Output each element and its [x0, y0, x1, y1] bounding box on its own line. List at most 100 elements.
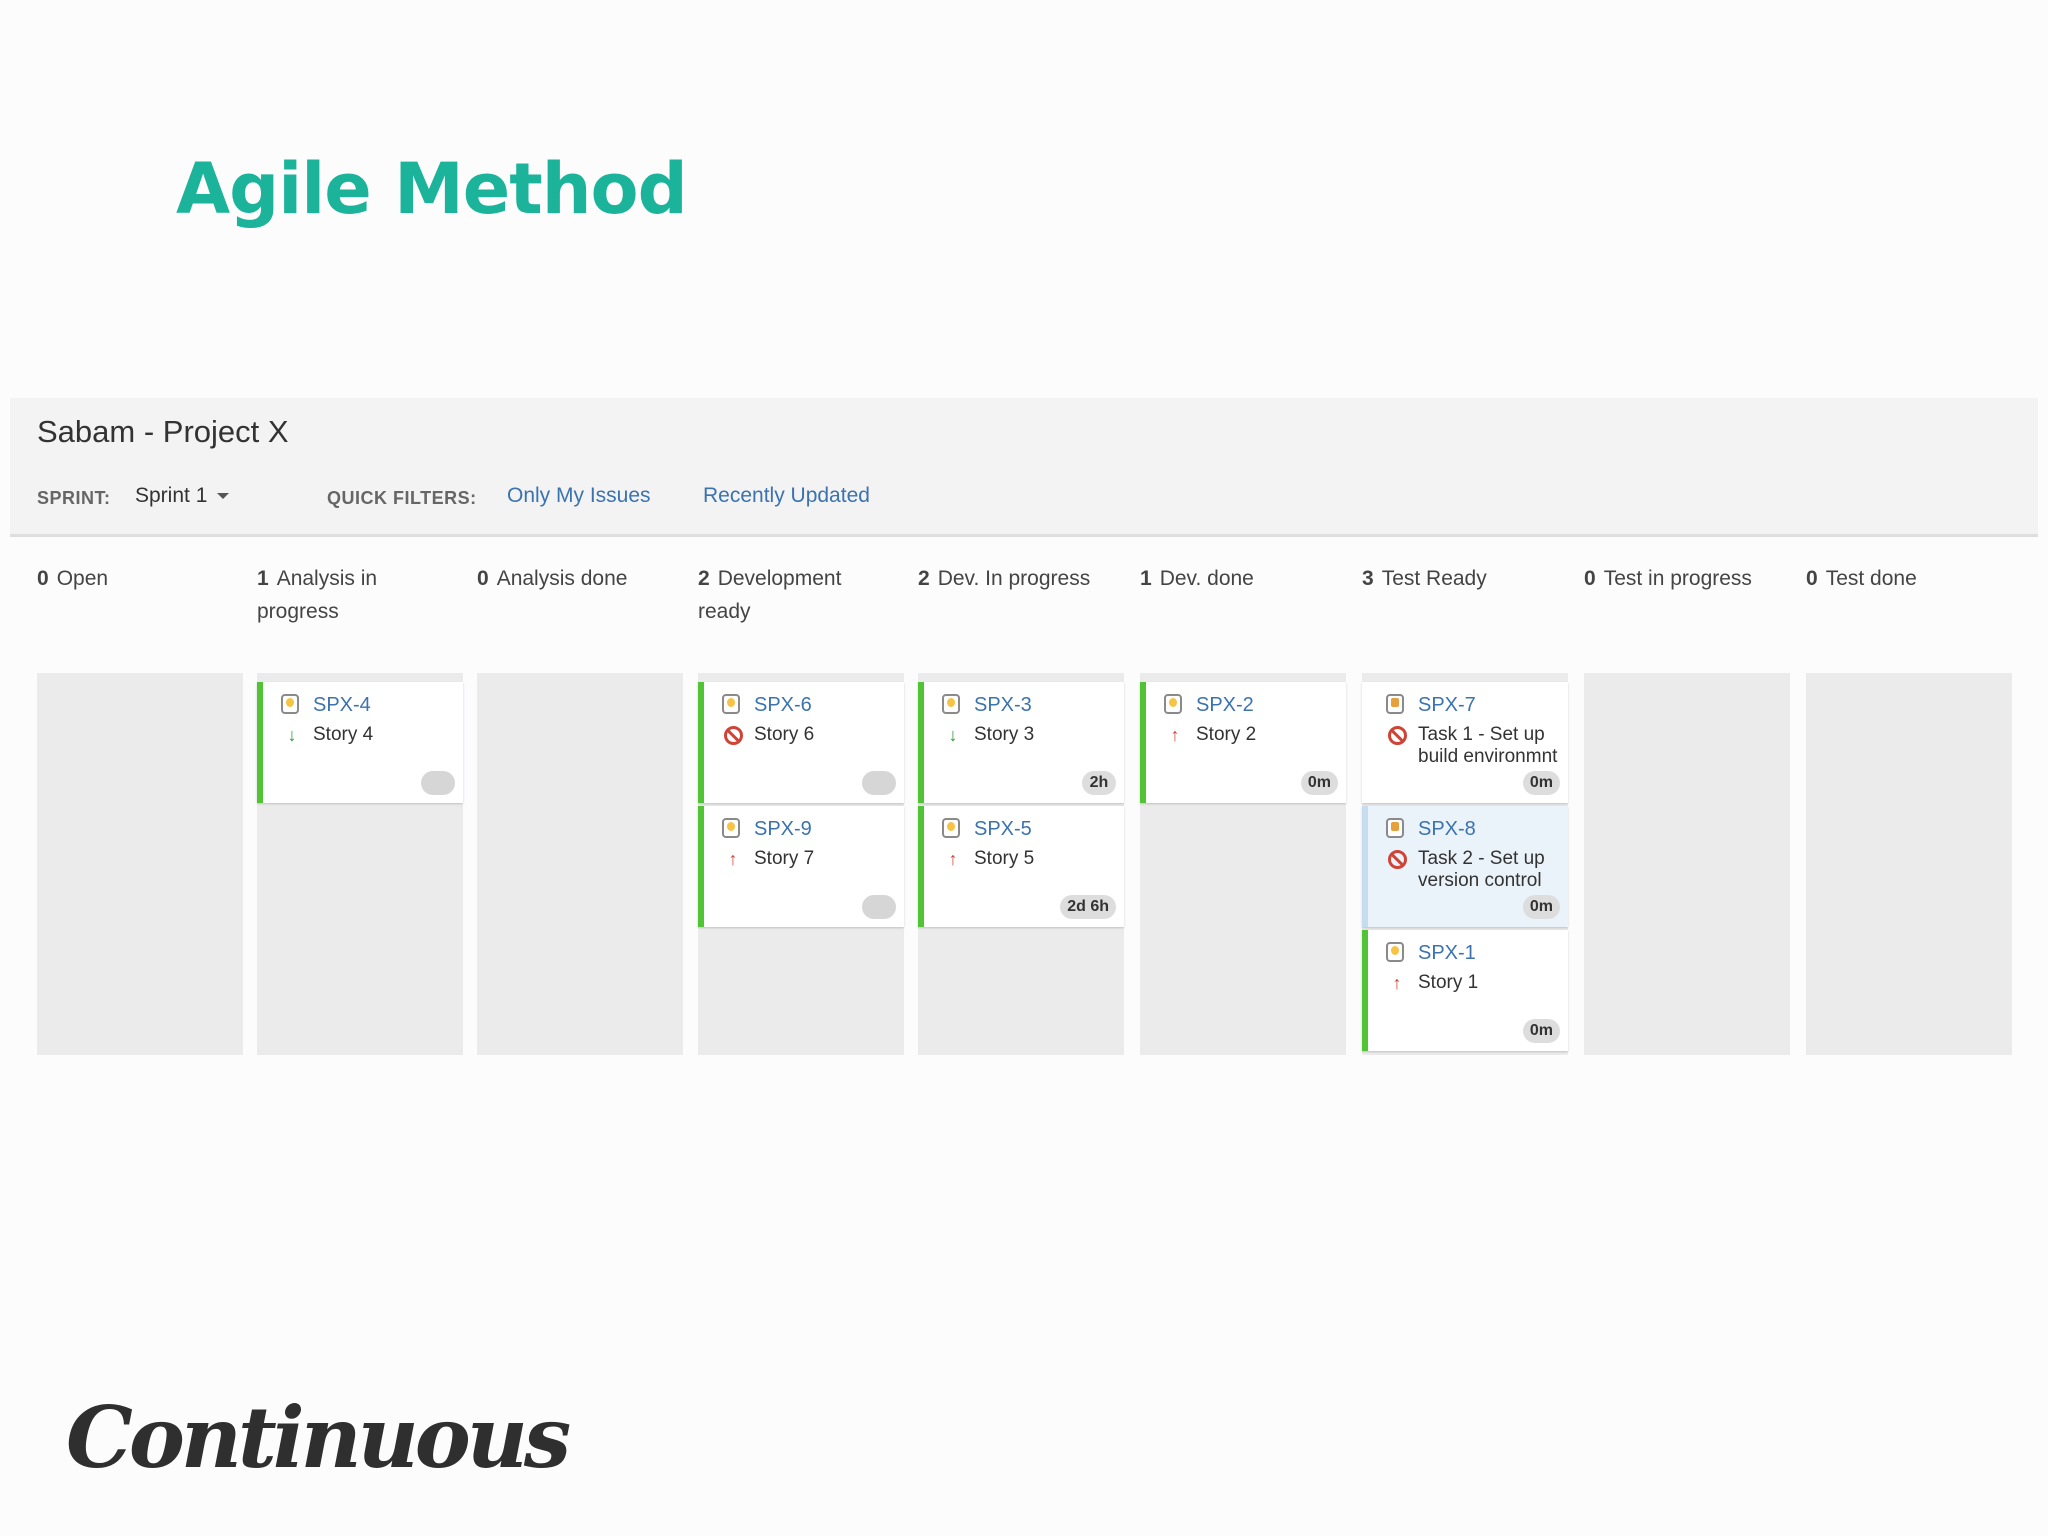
- issue-card[interactable]: SPX-9 ↑ Story 7: [698, 806, 904, 927]
- issue-key-link[interactable]: SPX-1: [1418, 942, 1476, 965]
- story-type-icon: [1386, 942, 1404, 962]
- issue-summary: Story 3: [974, 724, 1035, 745]
- issue-key-link[interactable]: SPX-5: [974, 818, 1032, 841]
- column-header: 2 Dev. In progress: [918, 562, 1118, 595]
- column-body[interactable]: [1806, 673, 2012, 1055]
- chevron-down-icon: [217, 493, 230, 500]
- column-header: 0 Test in progress: [1584, 562, 1784, 595]
- column-header: 3 Test Ready: [1362, 562, 1562, 595]
- column-name: Analysis in progress: [257, 567, 378, 623]
- issue-summary: Story 4: [313, 724, 374, 745]
- column-count: 0: [477, 567, 489, 590]
- sprint-label: SPRINT:: [37, 488, 111, 508]
- estimate-badge: 0m: [1522, 1019, 1560, 1043]
- issue-key-link[interactable]: SPX-2: [1196, 694, 1254, 717]
- slide-title: Agile Method: [176, 148, 688, 230]
- arrow-up-icon: ↑: [948, 849, 958, 869]
- task-type-icon: [1386, 694, 1404, 714]
- column-header: 1 Analysis in progress: [257, 562, 457, 628]
- story-type-icon: [722, 818, 740, 838]
- column-count: 2: [698, 567, 710, 590]
- issue-summary: Story 1: [1418, 972, 1479, 993]
- story-type-icon: [1164, 694, 1182, 714]
- estimate-badge: 2d 6h: [1060, 895, 1116, 919]
- column-header: 0 Analysis done: [477, 562, 677, 595]
- column-body[interactable]: [37, 673, 243, 1055]
- issue-key-link[interactable]: SPX-4: [313, 694, 371, 717]
- sprint-dropdown[interactable]: Sprint 1: [135, 484, 230, 508]
- column-header: 0 Open: [37, 562, 237, 595]
- column-name: Dev. In progress: [937, 567, 1091, 590]
- column-name: Test done: [1825, 567, 1917, 590]
- sprint-value: Sprint 1: [135, 484, 208, 507]
- issue-card[interactable]: SPX-2 ↑ Story 2 0m: [1140, 682, 1346, 803]
- board-header: Sabam - Project X SPRINT: Sprint 1 QUICK…: [10, 398, 2038, 537]
- arrow-up-icon: ↑: [1392, 973, 1402, 993]
- arrow-up-icon: ↑: [728, 849, 738, 869]
- column-body[interactable]: SPX-7 Task 1 - Set up build environmnt 0m S…: [1362, 673, 1568, 1055]
- estimate-badge: 2h: [1082, 771, 1116, 795]
- column-name: Development ready: [698, 567, 842, 623]
- issue-key-link[interactable]: SPX-9: [754, 818, 812, 841]
- story-type-icon: [942, 818, 960, 838]
- issue-card[interactable]: SPX-1 ↑ Story 1 0m: [1362, 930, 1568, 1051]
- story-type-icon: [942, 694, 960, 714]
- column-count: 0: [37, 567, 49, 590]
- issue-card[interactable]: SPX-3 ↓ Story 3 2h: [918, 682, 1124, 803]
- column-header: 0 Test done: [1806, 562, 2006, 595]
- issue-key-link[interactable]: SPX-7: [1418, 694, 1476, 717]
- column-name: Dev. done: [1159, 567, 1254, 590]
- estimate-badge: 0m: [1522, 895, 1560, 919]
- estimate-badge: 0m: [1522, 771, 1560, 795]
- blocker-icon: [724, 726, 743, 745]
- column-body[interactable]: SPX-4 ↓ Story 4: [257, 673, 463, 1055]
- story-type-icon: [722, 694, 740, 714]
- column-header: 1 Dev. done: [1140, 562, 1340, 595]
- column-count: 3: [1362, 567, 1374, 590]
- issue-key-link[interactable]: SPX-6: [754, 694, 812, 717]
- column-header: 2 Development ready: [698, 562, 898, 628]
- blocker-icon: [1388, 850, 1407, 869]
- arrow-down-icon: ↓: [287, 725, 297, 745]
- issue-card[interactable]: SPX-4 ↓ Story 4: [257, 682, 463, 803]
- estimate-badge: [421, 771, 455, 795]
- column-name: Analysis done: [496, 567, 628, 590]
- issue-summary: Task 1 - Set up build environmnt: [1418, 724, 1558, 767]
- board-title: Sabam - Project X: [37, 414, 289, 449]
- column-body[interactable]: SPX-3 ↓ Story 3 2h SPX-5 ↑ Story 5 2d 6h: [918, 673, 1124, 1055]
- quick-filters-label: QUICK FILTERS:: [327, 488, 477, 508]
- column-body[interactable]: [1584, 673, 1790, 1055]
- column-body[interactable]: [477, 673, 683, 1055]
- task-type-icon: [1386, 818, 1404, 838]
- estimate-badge: 0m: [1300, 771, 1338, 795]
- column-count: 1: [1140, 567, 1152, 590]
- issue-summary: Story 6: [754, 724, 815, 745]
- column-count: 2: [918, 567, 930, 590]
- filter-only-my-issues[interactable]: Only My Issues: [507, 484, 651, 508]
- issue-card[interactable]: SPX-7 Task 1 - Set up build environmnt 0m: [1362, 682, 1568, 803]
- issue-key-link[interactable]: SPX-8: [1418, 818, 1476, 841]
- story-type-icon: [281, 694, 299, 714]
- column-body[interactable]: SPX-6 Story 6 SPX-9 ↑ Story 7: [698, 673, 904, 1055]
- issue-summary: Story 7: [754, 848, 815, 869]
- company-logo: Continuous: [66, 1388, 571, 1487]
- column-name: Open: [56, 567, 109, 590]
- filter-bar: SPRINT: Sprint 1 QUICK FILTERS: Only My …: [37, 484, 1037, 514]
- column-body[interactable]: SPX-2 ↑ Story 2 0m: [1140, 673, 1346, 1055]
- agile-board: Sabam - Project X SPRINT: Sprint 1 QUICK…: [10, 398, 2038, 1058]
- issue-card[interactable]: SPX-8 Task 2 - Set up version control 0m: [1362, 806, 1568, 927]
- issue-summary: Task 2 - Set up version control: [1418, 848, 1545, 891]
- filter-recently-updated[interactable]: Recently Updated: [703, 484, 870, 508]
- issue-card[interactable]: SPX-5 ↑ Story 5 2d 6h: [918, 806, 1124, 927]
- column-count: 1: [257, 567, 269, 590]
- column-name: Test in progress: [1603, 567, 1752, 590]
- estimate-badge: [862, 771, 896, 795]
- arrow-down-icon: ↓: [948, 725, 958, 745]
- issue-summary: Story 5: [974, 848, 1035, 869]
- column-count: 0: [1584, 567, 1596, 590]
- issue-summary: Story 2: [1196, 724, 1257, 745]
- column-count: 0: [1806, 567, 1818, 590]
- issue-key-link[interactable]: SPX-3: [974, 694, 1032, 717]
- estimate-badge: [862, 895, 896, 919]
- issue-card[interactable]: SPX-6 Story 6: [698, 682, 904, 803]
